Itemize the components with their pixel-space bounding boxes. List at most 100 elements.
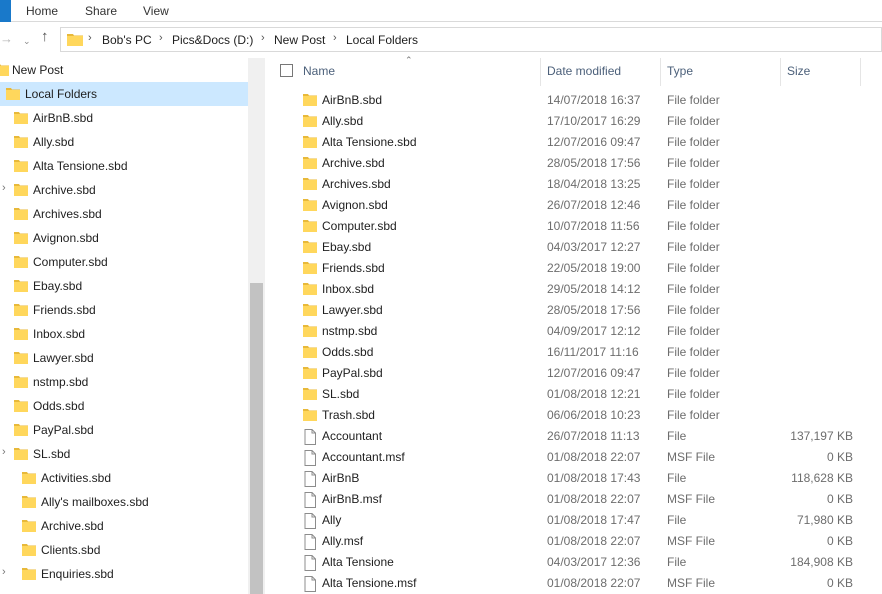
file-row[interactable]: Accountant 26/07/2018 11:13 File 137,197 KB [265,425,882,446]
file-list: ⌃ Name Date modified Type Size AirBnB.sb… [265,55,882,594]
nav-item[interactable]: Clients.sbd [0,538,248,562]
nav-item[interactable]: Ebay.sbd [0,274,248,298]
file-row[interactable]: Avignon.sbd 26/07/2018 12:46 File folder [265,194,882,215]
file-row[interactable]: Archive.sbd 28/05/2018 17:56 File folder [265,152,882,173]
file-row[interactable]: Ally.sbd 17/10/2017 16:29 File folder [265,110,882,131]
nav-item[interactable]: Lawyer.sbd [0,346,248,370]
folder-icon [303,94,317,106]
nav-scrollbar[interactable] [248,58,265,594]
nav-item[interactable]: Archive.sbd [0,514,248,538]
file-row[interactable]: Archives.sbd 18/04/2018 13:25 File folder [265,173,882,194]
file-size: 0 KB [826,450,853,464]
column-type[interactable]: Type [667,64,693,78]
file-row[interactable]: Alta Tensione 04/03/2017 12:36 File 184,908… [265,551,882,572]
column-divider[interactable] [660,58,661,86]
column-size[interactable]: Size [787,64,810,78]
nav-item[interactable]: Alta Tensione.sbd [0,154,248,178]
file-type: File [667,555,687,569]
chevron-down-icon[interactable]: ⌄ [23,34,31,48]
file-row[interactable]: nstmp.sbd 04/09/2017 12:12 File folder [265,320,882,341]
file-name: Odds.sbd [322,345,374,359]
nav-item[interactable]: Ally.sbd [0,130,248,154]
file-row[interactable]: Ebay.sbd 04/03/2017 12:27 File folder [265,236,882,257]
file-row[interactable]: Lawyer.sbd 28/05/2018 17:56 File folder [265,299,882,320]
column-divider[interactable] [780,58,781,86]
file-row[interactable]: Computer.sbd 10/07/2018 11:56 File folder [265,215,882,236]
nav-item[interactable]: PayPal.sbd [0,418,248,442]
breadcrumb-new-post[interactable]: New Post [274,33,325,47]
nav-item-label: Clients.sbd [41,543,101,557]
breadcrumb-local-folders[interactable]: Local Folders [346,33,418,47]
nav-item[interactable]: Activities.sbd [0,466,248,490]
nav-item[interactable]: › Enquiries.sbd [0,562,248,586]
file-row[interactable]: AirBnB 01/08/2018 17:43 File 118,628 KB [265,467,882,488]
nav-item[interactable]: New Post [0,58,248,82]
chevron-right-icon[interactable]: › [2,182,6,194]
address-bar[interactable]: › Bob's PC › Pics&Docs (D:) › New Post ›… [60,27,882,52]
up-arrow-icon[interactable]: ↑ [41,29,49,44]
nav-item[interactable]: Avignon.sbd [0,226,248,250]
file-row[interactable]: Inbox.sbd 29/05/2018 14:12 File folder [265,278,882,299]
file-type: File folder [667,219,720,233]
folder-icon [303,220,317,232]
file-row[interactable]: PayPal.sbd 12/07/2016 09:47 File folder [265,362,882,383]
select-all-checkbox[interactable] [280,64,293,77]
column-name[interactable]: Name [303,64,335,78]
nav-item[interactable]: Local Folders [0,82,248,106]
nav-item[interactable]: › SL.sbd [0,442,248,466]
column-header-row: ⌃ Name Date modified Type Size [265,55,882,88]
file-row[interactable]: AirBnB.sbd 14/07/2018 16:37 File folder [265,89,882,110]
tab-home[interactable]: Home [26,4,58,18]
file-row[interactable]: Odds.sbd 16/11/2017 11:16 File folder [265,341,882,362]
nav-item[interactable]: Archives.sbd [0,202,248,226]
nav-item-label: Lawyer.sbd [33,351,94,365]
file-row[interactable]: Trash.sbd 06/06/2018 10:23 File folder [265,404,882,425]
file-row[interactable]: Ally 01/08/2018 17:47 File 71,980 KB [265,509,882,530]
breadcrumb-drive[interactable]: Pics&Docs (D:) [172,33,253,47]
file-row[interactable]: Ally.msf 01/08/2018 22:07 MSF File 0 KB [265,530,882,551]
file-row[interactable]: SL.sbd 01/08/2018 12:21 File folder [265,383,882,404]
folder-icon [303,304,317,316]
nav-item[interactable]: › Archive.sbd [0,178,248,202]
nav-item[interactable]: nstmp.sbd [0,370,248,394]
file-icon [304,429,316,445]
tab-view[interactable]: View [143,4,169,18]
file-row[interactable]: Friends.sbd 22/05/2018 19:00 File folder [265,257,882,278]
folder-icon [303,199,317,211]
column-date-modified[interactable]: Date modified [547,64,621,78]
file-row[interactable]: AirBnB.msf 01/08/2018 22:07 MSF File 0 KB [265,488,882,509]
column-divider[interactable] [860,58,861,86]
file-row[interactable]: Accountant.msf 01/08/2018 22:07 MSF File 0 … [265,446,882,467]
column-divider[interactable] [540,58,541,86]
file-name: Archives.sbd [322,177,391,191]
nav-item[interactable]: Computer.sbd [0,250,248,274]
navigation-pane: New Post Local Folders AirBnB.sbd Ally.sbd A… [0,58,265,594]
breadcrumb-bobs-pc[interactable]: Bob's PC [102,33,152,47]
nav-item-label: Activities.sbd [41,471,112,485]
nav-item[interactable]: AirBnB.sbd [0,106,248,130]
nav-item[interactable]: Inbox.sbd [0,322,248,346]
file-tab-edge[interactable] [0,0,11,22]
nav-item[interactable]: Ally's mailboxes.sbd [0,490,248,514]
nav-item-label: Ally's mailboxes.sbd [41,495,149,509]
file-row[interactable]: Alta Tensione.msf 01/08/2018 22:07 MSF Fil… [265,572,882,593]
file-row[interactable]: Alta Tensione.sbd 12/07/2016 09:47 File fo… [265,131,882,152]
file-name: Alta Tensione.sbd [322,135,417,149]
file-date-modified: 12/07/2016 09:47 [547,366,641,380]
nav-item-label: Alta Tensione.sbd [33,159,128,173]
file-type: File folder [667,261,720,275]
breadcrumb-separator[interactable]: › [261,32,265,44]
chevron-right-icon[interactable]: › [2,566,6,578]
nav-item[interactable]: Odds.sbd [0,394,248,418]
nav-scrollbar-thumb[interactable] [250,283,263,594]
tab-share[interactable]: Share [85,4,117,18]
folder-icon [14,160,28,172]
chevron-right-icon[interactable]: › [2,446,6,458]
breadcrumb-separator[interactable]: › [333,32,337,44]
breadcrumb-separator[interactable]: › [159,32,163,44]
nav-item-label: New Post [12,63,64,77]
back-arrow-icon[interactable]: → [0,32,13,46]
nav-item[interactable]: Friends.sbd [0,298,248,322]
nav-item-label: AirBnB.sbd [33,111,94,125]
breadcrumb-separator[interactable]: › [88,32,92,44]
